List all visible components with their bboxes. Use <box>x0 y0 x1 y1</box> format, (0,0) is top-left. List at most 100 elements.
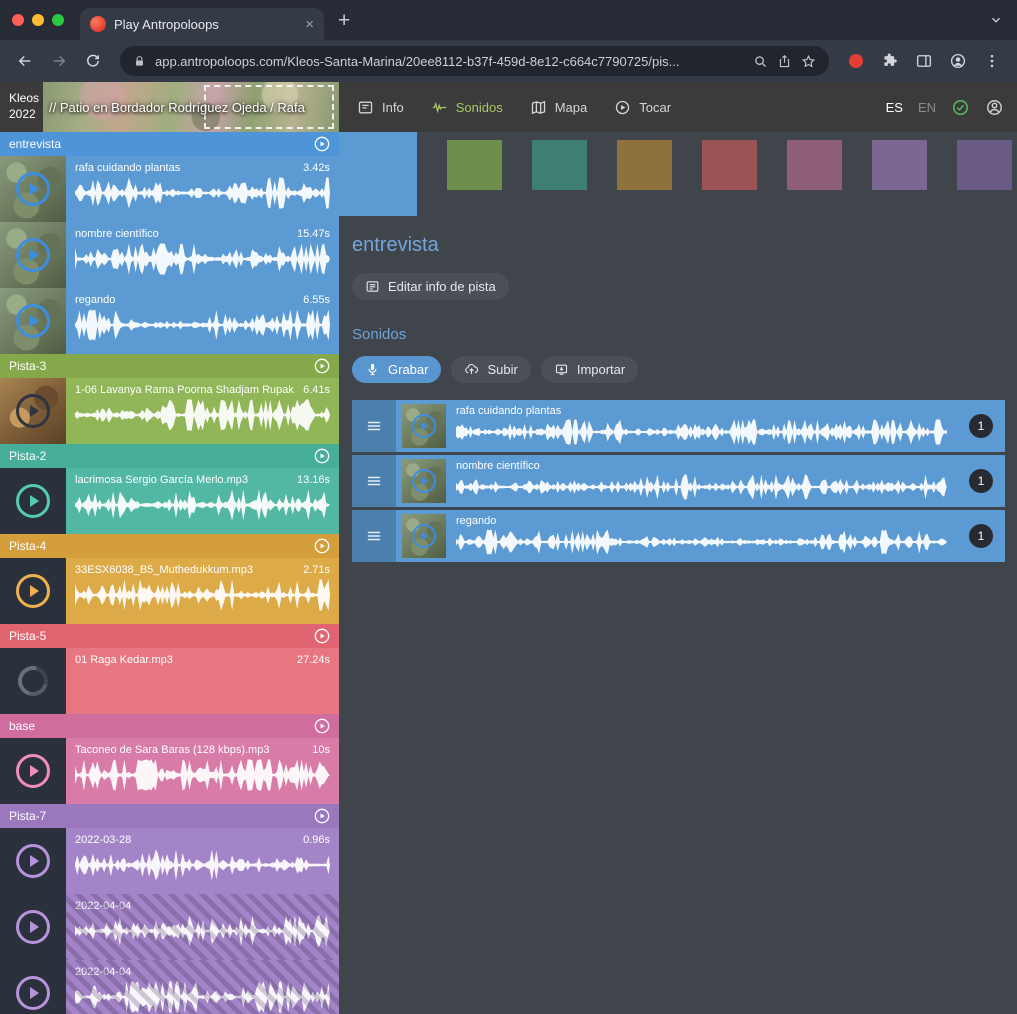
project-cover-image[interactable]: // Patio en Bordador Rodríguez Ojeda / R… <box>43 82 339 132</box>
section-play-icon[interactable] <box>314 136 330 152</box>
section-play-icon[interactable] <box>314 718 330 734</box>
extensions-puzzle-icon[interactable] <box>875 46 905 76</box>
bookmark-star-icon[interactable] <box>801 54 816 69</box>
sample-play-thumbnail[interactable] <box>0 894 66 960</box>
sample-row[interactable]: 01 Raga Kedar.mp327.24s <box>0 648 339 714</box>
zoom-icon[interactable] <box>753 54 768 69</box>
new-tab-button[interactable]: + <box>338 10 350 31</box>
track-section-header[interactable]: Pista-4 <box>0 534 339 558</box>
track-section-header[interactable]: Pista-3 <box>0 354 339 378</box>
forward-button[interactable] <box>44 46 74 76</box>
edit-track-info-button[interactable]: Editar info de pista <box>352 273 509 300</box>
sample-play-thumbnail[interactable] <box>0 828 66 894</box>
recording-extension-icon[interactable] <box>849 54 863 68</box>
sample-row[interactable]: 1-06 Lavanya Rama Poorna Shadjam Rupak..… <box>0 378 339 444</box>
track-color-tab-6[interactable] <box>787 140 842 190</box>
waveform <box>75 399 330 431</box>
sample-play-thumbnail[interactable] <box>0 222 66 288</box>
track-section-name: entrevista <box>9 137 308 151</box>
sample-row[interactable]: 33ESX6038_B5_Muthedukkum.mp32.71s <box>0 558 339 624</box>
track-color-tab-5[interactable] <box>702 140 757 190</box>
url-text[interactable]: app.antropoloops.com/Kleos-Santa-Marina/… <box>155 54 744 69</box>
section-play-icon[interactable] <box>314 628 330 644</box>
browser-tab[interactable]: Play Antropoloops × <box>80 8 324 40</box>
sound-row[interactable]: regando1 <box>352 510 1005 562</box>
sample-play-thumbnail[interactable] <box>0 558 66 624</box>
sample-play-thumbnail[interactable] <box>0 468 66 534</box>
track-section-name: Pista-5 <box>9 629 308 643</box>
nav-label: Sonidos <box>456 100 503 115</box>
sample-row[interactable]: lacrimosa Sergio García Merlo.mp313.16s <box>0 468 339 534</box>
play-overlay-icon <box>16 910 50 944</box>
sample-play-thumbnail[interactable] <box>402 459 446 503</box>
drag-handle-icon[interactable] <box>352 510 396 562</box>
section-play-icon[interactable] <box>314 448 330 464</box>
track-section-header[interactable]: base <box>0 714 339 738</box>
sound-row[interactable]: rafa cuidando plantas1 <box>352 400 1005 452</box>
tab-mapa[interactable]: Mapa <box>530 99 588 116</box>
sample-row[interactable]: Taconeo de Sara Baras (128 kbps).mp310s <box>0 738 339 804</box>
sample-play-thumbnail[interactable] <box>0 960 66 1014</box>
track-color-tab-7[interactable] <box>872 140 927 190</box>
record-button[interactable]: Grabar <box>352 356 441 383</box>
track-section-name: Pista-3 <box>9 359 308 373</box>
language-en[interactable]: EN <box>918 100 936 115</box>
drag-handle-icon[interactable] <box>352 400 396 452</box>
sample-row[interactable]: nombre científico15.47s <box>0 222 339 288</box>
browser-menu-kebab-icon[interactable] <box>977 46 1007 76</box>
side-panel-icon[interactable] <box>909 46 939 76</box>
sample-row[interactable]: regando6.55s <box>0 288 339 354</box>
reload-button[interactable] <box>78 46 108 76</box>
close-window-button[interactable] <box>12 14 24 26</box>
minimize-window-button[interactable] <box>32 14 44 26</box>
track-section-header[interactable]: Pista-7 <box>0 804 339 828</box>
drag-handle-icon[interactable] <box>352 455 396 507</box>
sample-row[interactable]: 2022-04-04 <box>0 894 339 960</box>
upload-label: Subir <box>487 362 517 377</box>
sample-play-thumbnail[interactable] <box>402 514 446 558</box>
tab-sonidos[interactable]: Sonidos <box>431 99 503 116</box>
import-button[interactable]: Importar <box>541 356 638 383</box>
sample-duration: 10s <box>312 744 330 756</box>
sync-check-icon[interactable] <box>951 98 970 117</box>
sample-play-thumbnail[interactable] <box>0 156 66 222</box>
fullscreen-window-button[interactable] <box>52 14 64 26</box>
share-icon[interactable] <box>777 54 792 69</box>
back-button[interactable] <box>10 46 40 76</box>
app-brand[interactable]: Kleos 2022 <box>0 91 43 122</box>
track-color-tab-3[interactable] <box>532 140 587 190</box>
track-section-name: Pista-4 <box>9 539 308 553</box>
profile-avatar-icon[interactable] <box>943 46 973 76</box>
sample-duration: 6.55s <box>303 294 330 306</box>
section-play-icon[interactable] <box>314 358 330 374</box>
upload-button[interactable]: Subir <box>451 356 530 383</box>
track-color-tab-8[interactable] <box>957 140 1012 190</box>
play-overlay-icon <box>16 238 50 272</box>
account-icon[interactable] <box>985 98 1004 117</box>
section-play-icon[interactable] <box>314 808 330 824</box>
sample-play-thumbnail[interactable] <box>0 738 66 804</box>
tab-info[interactable]: Info <box>357 99 404 116</box>
lock-icon[interactable] <box>133 55 146 68</box>
tab-close-icon[interactable]: × <box>305 17 314 32</box>
map-icon <box>530 99 547 116</box>
section-play-icon[interactable] <box>314 538 330 554</box>
sample-row[interactable]: 2022-03-280.96s <box>0 828 339 894</box>
tab-tocar[interactable]: Tocar <box>614 99 671 116</box>
track-section-header[interactable]: Pista-2 <box>0 444 339 468</box>
sample-play-thumbnail[interactable] <box>0 288 66 354</box>
sample-play-thumbnail[interactable] <box>0 378 66 444</box>
sound-row[interactable]: nombre científico1 <box>352 455 1005 507</box>
address-bar[interactable]: app.antropoloops.com/Kleos-Santa-Marina/… <box>120 46 829 76</box>
tab-search-chevron-icon[interactable] <box>989 13 1003 27</box>
sample-row[interactable]: 2022-04-04 <box>0 960 339 1014</box>
track-section-header[interactable]: Pista-5 <box>0 624 339 648</box>
track-color-tab-2[interactable] <box>447 140 502 190</box>
sample-row[interactable]: rafa cuidando plantas3.42s <box>0 156 339 222</box>
waveform-icon <box>431 99 448 116</box>
track-section-header[interactable]: entrevista <box>0 132 339 156</box>
sample-play-thumbnail[interactable] <box>402 404 446 448</box>
track-color-tab-4[interactable] <box>617 140 672 190</box>
track-color-tab-1[interactable] <box>339 132 417 216</box>
language-es[interactable]: ES <box>886 100 903 115</box>
